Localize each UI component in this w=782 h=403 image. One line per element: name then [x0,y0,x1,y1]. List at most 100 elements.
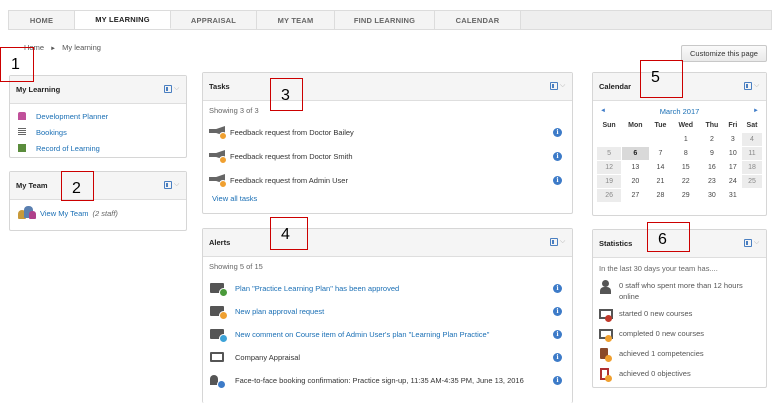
alert-label[interactable]: New comment on Course item of Admin User… [235,330,489,339]
dock-icon[interactable] [164,85,172,93]
task-label[interactable]: Feedback request from Doctor Smith [230,152,353,161]
info-icon[interactable]: i [553,151,562,161]
alert-row[interactable]: Face-to-face booking confirmation: Pract… [209,369,566,392]
customize-page-button[interactable]: Customize this page [681,45,767,62]
calendar-next-icon[interactable]: ► [753,108,759,114]
dock-icon[interactable] [550,238,558,246]
calendar-day[interactable]: 15 [672,161,699,174]
tab-home[interactable]: HOME [9,11,75,29]
block-controls: ⌵ [550,82,566,90]
calendar-day[interactable]: 28 [650,189,672,202]
calendar-day[interactable]: 14 [650,161,672,174]
calendar-day[interactable]: 16 [700,161,723,174]
list-item[interactable]: Record of Learning [18,140,178,156]
calendar-day[interactable]: 27 [622,189,648,202]
tasks-title: Tasks [209,82,230,91]
calendar-day[interactable]: 4 [742,133,762,146]
tab-my-learning[interactable]: MY LEARNING [75,11,171,29]
calendar-prev-icon[interactable]: ◄ [600,108,606,114]
chevron-down-icon[interactable]: ⌵ [174,181,180,188]
list-item[interactable]: Development Planner [18,108,178,124]
chevron-down-icon[interactable]: ⌵ [560,238,566,245]
calendar-day[interactable]: 21 [650,175,672,188]
chevron-down-icon[interactable]: ⌵ [754,239,760,246]
alerts-header: Alerts ⌵ [203,229,572,257]
list-item-label[interactable]: Bookings [36,128,67,137]
calendar-day[interactable]: 20 [622,175,648,188]
list-item-label[interactable]: Record of Learning [36,144,100,153]
view-all-tasks-link[interactable]: View all tasks [212,194,566,203]
dock-icon[interactable] [550,82,558,90]
calendar-day[interactable]: 9 [700,147,723,160]
course-started-icon [599,308,613,322]
tab-appraisal[interactable]: APPRAISAL [171,11,257,29]
calendar-day[interactable]: 19 [597,175,622,188]
block-controls: ⌵ [164,181,180,189]
dock-icon[interactable] [744,82,752,90]
task-row[interactable]: Feedback request from Doctor Smith i [209,144,566,168]
statistics-block: Statistics ⌵ In the last 30 days your te… [592,229,767,388]
calendar-day[interactable]: 11 [742,147,762,160]
calendar-day[interactable]: 3 [725,133,741,146]
calendar-day[interactable]: 22 [672,175,699,188]
info-icon[interactable]: i [553,376,562,385]
calendar-day[interactable]: 26 [597,189,622,202]
info-icon[interactable]: i [553,127,562,137]
alert-row[interactable]: New plan approval request i [209,300,566,323]
calendar-day-today[interactable]: 6 [622,147,649,160]
calendar-day[interactable]: 2 [700,133,723,146]
calendar-day[interactable]: 13 [622,161,648,174]
task-row[interactable]: Feedback request from Admin User i [209,168,566,192]
calendar-day[interactable]: 25 [742,175,762,188]
calendar-day[interactable]: 18 [742,161,762,174]
my-learning-header: My Learning ⌵ [10,76,186,104]
alert-label[interactable]: New plan approval request [235,307,324,316]
calendar-body: ◄ March 2017 ► Sun Mon Tue Wed Thu Fri S… [593,101,766,206]
info-icon[interactable]: i [553,175,562,185]
calendar-day[interactable]: 30 [700,189,723,202]
dock-icon[interactable] [164,181,172,189]
feedback-megaphone-icon [209,172,229,188]
tab-find-learning[interactable]: FIND LEARNING [335,11,435,29]
calendar-day[interactable]: 8 [672,147,699,160]
stat-label: started 0 new courses [619,309,693,318]
calendar-day[interactable]: 12 [597,161,622,174]
calendar-month[interactable]: March 2017 [660,107,700,116]
alert-row[interactable]: Plan "Practice Learning Plan" has been a… [209,277,566,300]
chevron-down-icon[interactable]: ⌵ [754,82,760,89]
calendar-day[interactable]: 1 [672,133,699,146]
calendar-day[interactable]: 17 [725,161,741,174]
info-icon[interactable]: i [553,307,562,316]
annotation-4: 4 [270,217,308,250]
alert-label[interactable]: Plan "Practice Learning Plan" has been a… [235,284,399,293]
calendar-day[interactable]: 31 [725,189,741,202]
alert-row[interactable]: Company Appraisal i [209,346,566,369]
calendar-day[interactable]: 10 [725,147,741,160]
day-header: Wed [678,122,694,129]
info-icon[interactable]: i [553,353,562,362]
chevron-down-icon[interactable]: ⌵ [560,82,566,89]
list-item-label[interactable]: Development Planner [36,112,108,121]
annotation-2: 2 [61,171,94,201]
tab-my-team[interactable]: MY TEAM [257,11,335,29]
tab-calendar[interactable]: CALENDAR [435,11,521,29]
calendar-day[interactable]: 5 [597,147,622,160]
chevron-down-icon[interactable]: ⌵ [174,85,180,92]
task-label[interactable]: Feedback request from Admin User [230,176,348,185]
calendar-nav: ◄ March 2017 ► [596,104,763,118]
dock-icon[interactable] [744,239,752,247]
view-my-team-link[interactable]: View My Team [40,209,89,218]
task-row[interactable]: Feedback request from Doctor Bailey i [209,120,566,144]
calendar-day[interactable]: 7 [650,147,672,160]
info-icon[interactable]: i [553,284,562,293]
calendar-week: 1 2 3 4 [597,133,762,146]
block-controls: ⌵ [164,85,180,93]
calendar-title: Calendar [599,82,632,91]
calendar-day[interactable]: 24 [725,175,741,188]
alert-row[interactable]: New comment on Course item of Admin User… [209,323,566,346]
calendar-day[interactable]: 29 [672,189,699,202]
info-icon[interactable]: i [553,330,562,339]
list-item[interactable]: Bookings [18,124,178,140]
calendar-day[interactable]: 23 [700,175,723,188]
task-label[interactable]: Feedback request from Doctor Bailey [230,128,354,137]
